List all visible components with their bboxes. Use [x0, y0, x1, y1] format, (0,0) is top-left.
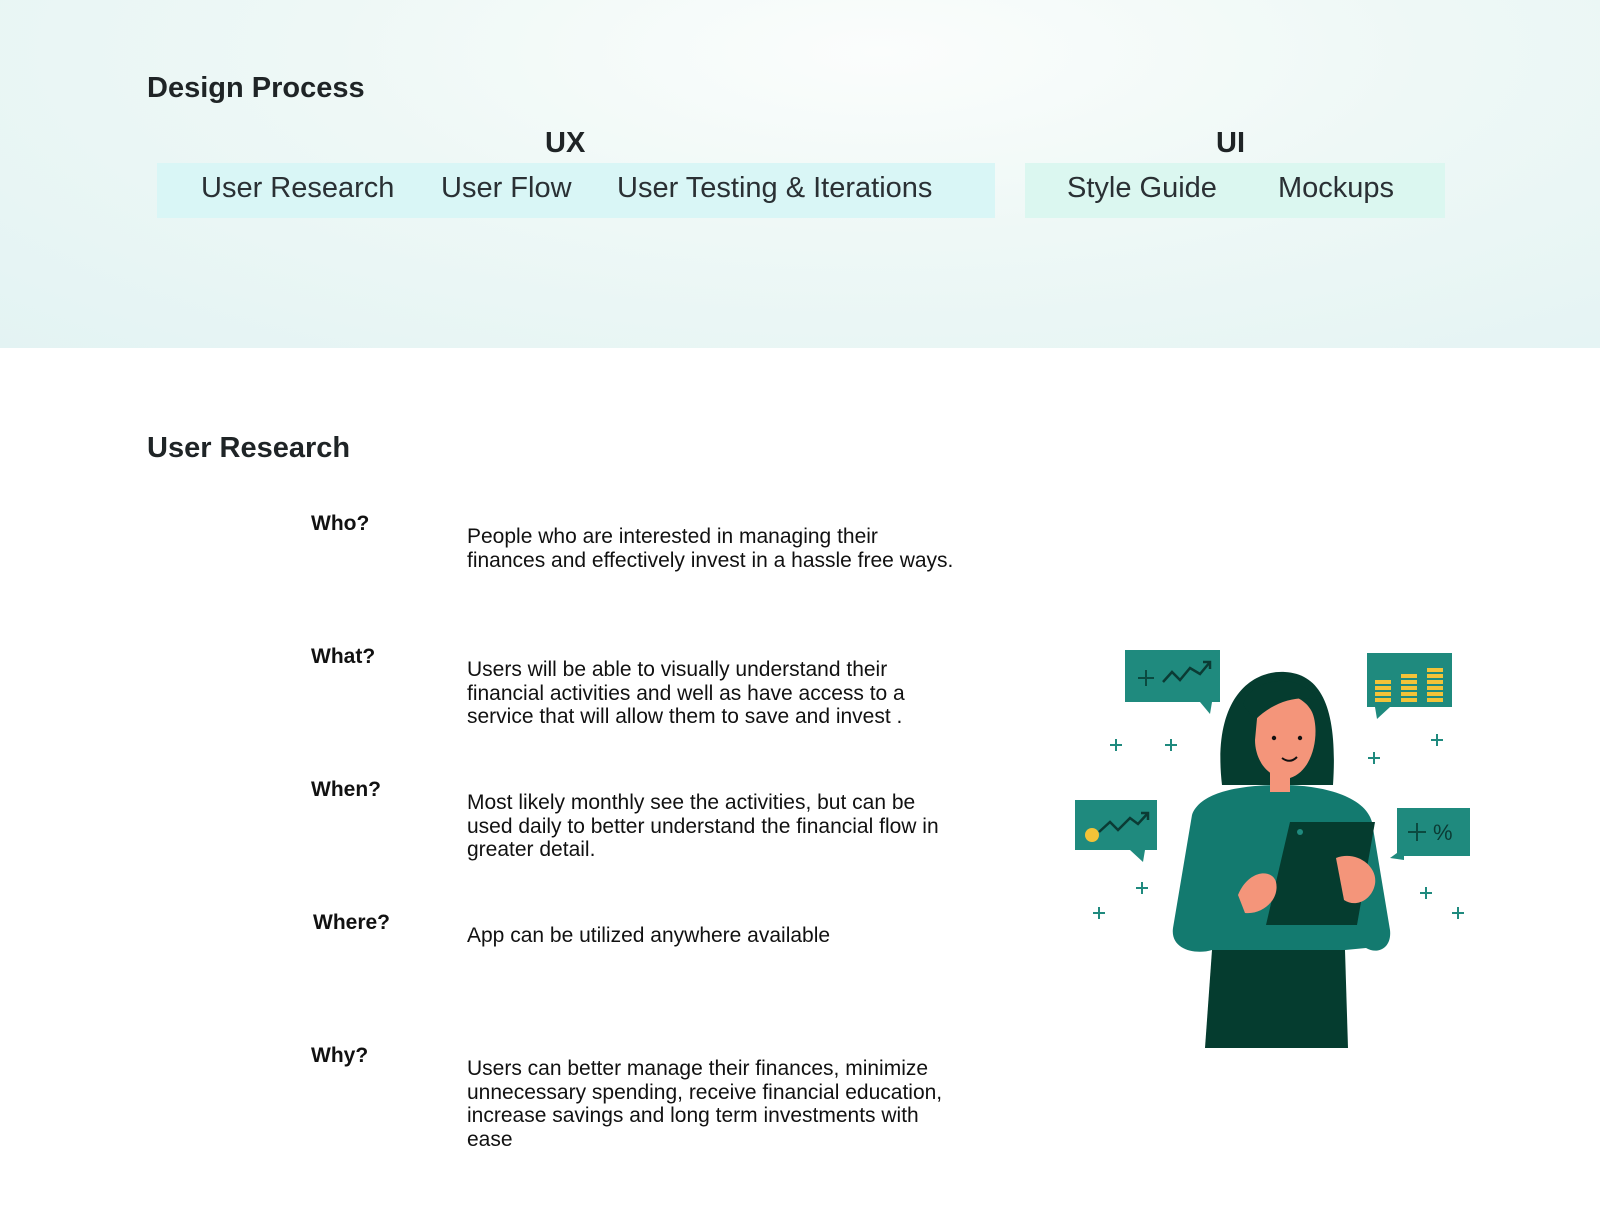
question-who: Who?: [311, 512, 370, 535]
question-what: What?: [311, 645, 376, 668]
question-where: Where?: [313, 911, 391, 934]
design-process-title: Design Process: [147, 72, 365, 104]
ui-group-label: UI: [1216, 127, 1245, 159]
svg-text:%: %: [1433, 820, 1453, 845]
answer-who: People who are interested in managing th…: [467, 525, 954, 572]
coin-stacks-bubble-icon: [1367, 653, 1452, 719]
ux-group-label: UX: [545, 127, 586, 159]
answer-where: App can be utilized anywhere available: [467, 924, 831, 947]
step-style-guide[interactable]: Style Guide: [1067, 172, 1217, 205]
percent-bubble-icon: %: [1390, 808, 1470, 860]
answer-when: Most likely monthly see the activities, …: [467, 791, 939, 861]
question-why: Why?: [311, 1044, 369, 1067]
answer-what: Users will be able to visually understan…: [467, 658, 905, 728]
trend-coin-bubble-icon: [1075, 800, 1157, 862]
woman-with-tablet-illustration: %: [1075, 650, 1470, 1048]
step-user-research[interactable]: User Research: [201, 172, 394, 205]
answer-why: Users can better manage their finances, …: [467, 1057, 943, 1151]
step-mockups[interactable]: Mockups: [1278, 172, 1394, 205]
step-user-flow[interactable]: User Flow: [441, 172, 572, 205]
question-when: When?: [311, 778, 381, 801]
user-research-title: User Research: [147, 432, 351, 464]
step-user-testing-iterations[interactable]: User Testing & Iterations: [617, 172, 932, 205]
growth-chart-bubble-icon: [1125, 650, 1220, 714]
